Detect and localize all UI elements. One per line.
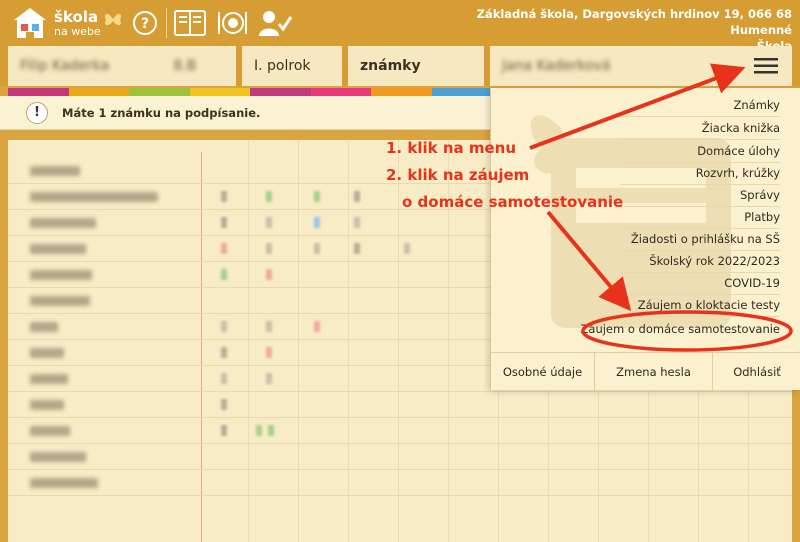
notebook-icon[interactable]	[172, 8, 208, 38]
grade-mark-blurred[interactable]	[221, 347, 227, 358]
grade-mark-blurred[interactable]	[256, 425, 262, 436]
grade-mark-blurred[interactable]	[314, 243, 320, 254]
grade-mark-blurred[interactable]	[268, 425, 274, 436]
grade-mark-blurred[interactable]	[266, 347, 272, 358]
lunch-icon[interactable]	[214, 8, 250, 38]
term-selector[interactable]: I. polrok	[242, 46, 342, 86]
menu-item[interactable]: Správy	[740, 184, 780, 206]
grade-mark-blurred[interactable]	[354, 191, 360, 202]
stripe-segment	[68, 88, 129, 96]
subject-name-blurred	[30, 348, 64, 358]
subject-name-blurred	[30, 400, 64, 410]
grade-mark-blurred[interactable]	[221, 425, 227, 436]
term-label: I. polrok	[254, 58, 311, 74]
attendance-icon[interactable]	[256, 8, 294, 38]
subject-name-blurred	[30, 192, 158, 202]
table-row	[8, 418, 792, 444]
subject-name-blurred	[30, 426, 70, 436]
menu-item[interactable]: COVID-19	[724, 272, 780, 294]
subject-name-blurred	[30, 296, 90, 306]
annotation-step2: 2. klik na záujem	[386, 166, 530, 184]
section-selector[interactable]: známky	[348, 46, 484, 86]
table-row	[8, 444, 792, 470]
menu-item[interactable]: Platby	[744, 206, 780, 228]
section-label: známky	[360, 58, 421, 74]
grade-mark-blurred[interactable]	[266, 191, 272, 202]
grade-mark-blurred[interactable]	[221, 269, 227, 280]
subject-name-blurred	[30, 322, 58, 332]
annotation-step1: 1. klik na menu	[386, 139, 516, 157]
grade-mark-blurred[interactable]	[266, 321, 272, 332]
school-address: Základná škola, Dargovských hrdinov 19, …	[476, 7, 792, 37]
color-stripe	[8, 88, 492, 96]
grade-mark-blurred[interactable]	[221, 399, 227, 410]
table-row	[8, 392, 792, 418]
grade-mark-blurred[interactable]	[404, 243, 410, 254]
menu-item[interactable]: Záujem o kloktacie testy	[638, 294, 780, 316]
menu-item[interactable]: Známky	[734, 94, 780, 116]
grade-mark-blurred[interactable]	[266, 217, 272, 228]
house-icon	[14, 8, 46, 38]
hamburger-menu-icon[interactable]	[754, 58, 778, 74]
menu-divider	[620, 316, 780, 317]
subject-name-blurred	[30, 478, 98, 488]
stripe-segment	[371, 88, 432, 96]
divider	[166, 8, 167, 38]
annotation-step3: o domáce samotestovanie	[402, 193, 624, 211]
stripe-segment	[250, 88, 311, 96]
menu-item[interactable]: Rozvrh, krúžky	[696, 162, 780, 184]
parent-name: Jana Kaderková	[502, 58, 611, 74]
signature-alert[interactable]: ! Máte 1 známku na podpísanie.	[0, 96, 490, 130]
grade-mark-blurred[interactable]	[354, 243, 360, 254]
alert-text: Máte 1 známku na podpísanie.	[62, 105, 261, 120]
student-name: Filip Kaderka	[20, 58, 110, 74]
stripe-segment	[431, 88, 492, 96]
grade-mark-blurred[interactable]	[221, 243, 227, 254]
grade-mark-blurred[interactable]	[314, 191, 320, 202]
stripe-segment	[129, 88, 190, 96]
menu-item[interactable]: Školský rok 2022/2023	[649, 250, 780, 272]
top-bar: škola na webe ? Základná škola, Dargovsk…	[0, 0, 800, 53]
student-selector[interactable]: Filip Kaderka 8.B	[8, 46, 236, 86]
subject-name-blurred	[30, 270, 92, 280]
logout-button[interactable]: Odhlásiť	[713, 353, 800, 390]
stripe-segment	[310, 88, 371, 96]
grade-mark-blurred[interactable]	[266, 243, 272, 254]
grade-mark-blurred[interactable]	[221, 373, 227, 384]
subject-name-blurred	[30, 218, 96, 228]
stripe-segment	[8, 88, 69, 96]
grade-mark-blurred[interactable]	[221, 191, 227, 202]
personal-data-button[interactable]: Osobné údaje	[491, 353, 595, 390]
table-row	[8, 470, 792, 496]
help-icon[interactable]: ?	[131, 8, 159, 38]
menu-item[interactable]: Žiadosti o prihlášku na SŠ	[631, 228, 780, 250]
menu-item[interactable]: Záujem o domáce samotestovanie	[581, 318, 780, 340]
stripe-segment	[189, 88, 250, 96]
logo-text-skola: škola	[54, 8, 99, 26]
grade-mark-blurred[interactable]	[266, 373, 272, 384]
student-class: 8.B	[173, 58, 197, 74]
menu-footer: Osobné údaje Zmena hesla Odhlásiť	[491, 352, 800, 390]
butterfly-icon	[104, 13, 122, 26]
grade-mark-blurred[interactable]	[221, 217, 227, 228]
subject-name-blurred	[30, 244, 86, 254]
subject-name-blurred	[30, 166, 80, 176]
subject-name-blurred	[30, 452, 86, 462]
grade-mark-blurred[interactable]	[354, 217, 360, 228]
grade-mark-blurred[interactable]	[314, 321, 320, 332]
logo-text-na-webe: na webe	[54, 25, 101, 38]
exclamation-icon: !	[26, 101, 48, 124]
user-menu-bar[interactable]: Jana Kaderková	[490, 46, 792, 86]
grade-mark-blurred[interactable]	[314, 217, 320, 228]
menu-item[interactable]: Žiacka knižka	[702, 117, 780, 139]
main-menu-dropdown: Osobné údaje Zmena hesla Odhlásiť Známky…	[490, 88, 800, 390]
logo[interactable]: škola na webe	[12, 6, 124, 40]
subject-name-blurred	[30, 374, 68, 384]
grade-mark-blurred[interactable]	[266, 269, 272, 280]
svg-text:?: ?	[141, 16, 149, 32]
change-password-button[interactable]: Zmena hesla	[595, 353, 713, 390]
selector-row: Filip Kaderka 8.B I. polrok známky Jana …	[0, 46, 800, 86]
grade-mark-blurred[interactable]	[221, 321, 227, 332]
menu-item[interactable]: Domáce úlohy	[697, 140, 780, 162]
